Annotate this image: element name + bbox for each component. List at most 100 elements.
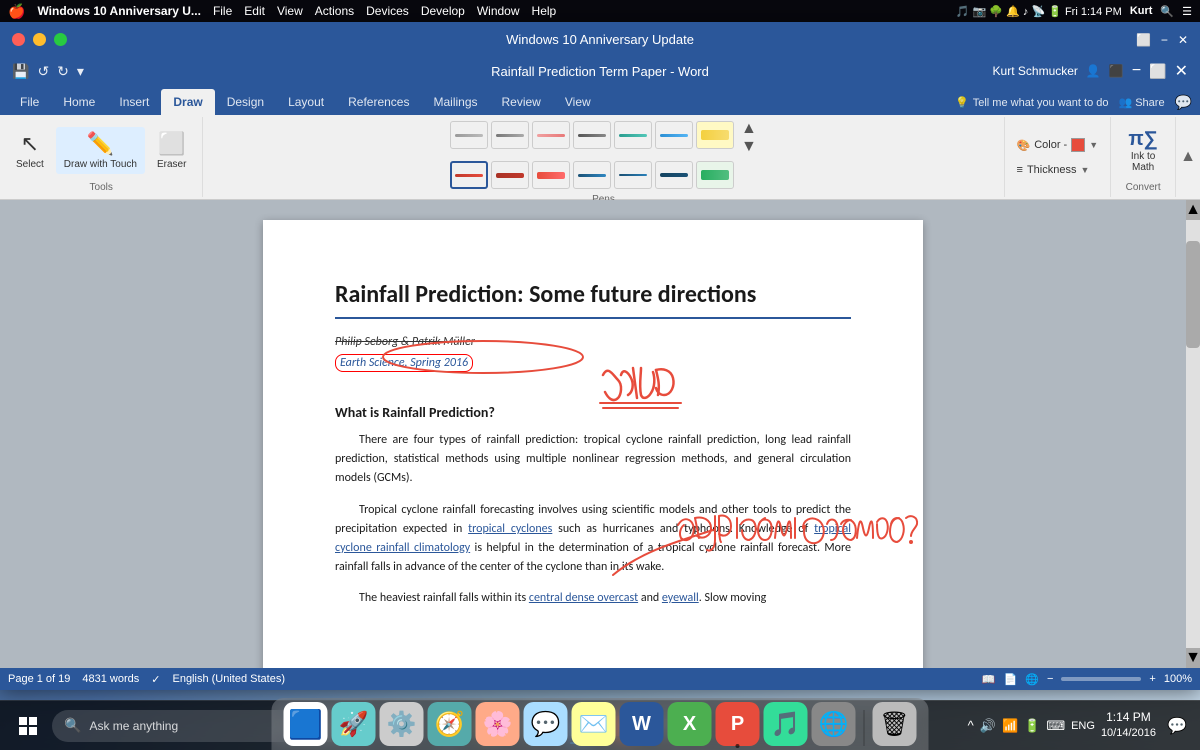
mac-menu-view[interactable]: View (277, 4, 303, 18)
battery-icon[interactable]: 🔋 (1024, 718, 1040, 734)
tab-draw[interactable]: Draw (161, 89, 214, 115)
window-minimize-icon[interactable]: − (1161, 33, 1168, 47)
vertical-scrollbar[interactable]: ▲ ▼ (1186, 200, 1200, 668)
print-layout-icon[interactable]: 📄 (1004, 673, 1018, 686)
link-tropical-cyclone-rainfall[interactable]: tropical cyclone rainfall climatology (335, 522, 851, 555)
pen-darkblue[interactable] (573, 161, 611, 189)
eraser-button[interactable]: ⬜ Eraser (149, 127, 194, 174)
close-button[interactable] (12, 33, 25, 46)
spell-check-icon[interactable]: ✓ (151, 673, 160, 686)
dock-powerpoint[interactable]: P (716, 702, 760, 746)
pen-yellow-highlight[interactable] (696, 121, 734, 149)
thickness-button[interactable]: ≡ Thickness ▼ (1013, 161, 1103, 179)
save-icon[interactable]: 💾 (12, 63, 29, 80)
start-button[interactable] (8, 706, 48, 746)
keyboard-icon[interactable]: ⌨ (1046, 718, 1065, 734)
dock-chrome[interactable]: 🌐 (812, 702, 856, 746)
ink-to-math-button[interactable]: π∑ Ink toMath (1122, 122, 1164, 179)
dock-launchpad[interactable]: 🚀 (332, 702, 376, 746)
tell-me-field[interactable]: 💡 Tell me what you want to do (955, 96, 1108, 109)
chevron-icon[interactable]: ^ (968, 718, 974, 733)
taskbar-clock[interactable]: 1:14 PM 10/14/2016 (1101, 709, 1156, 741)
window-restore-btn[interactable]: ⬜ (1149, 63, 1166, 80)
scroll-down-button[interactable]: ▼ (1186, 648, 1200, 668)
select-tool-button[interactable]: ↖ Select (8, 127, 52, 174)
notification-center-button[interactable]: 💬 (1162, 706, 1192, 746)
mac-menu-help[interactable]: Help (532, 4, 557, 18)
ribbon-display-options[interactable]: ⬛ (1109, 64, 1124, 78)
mac-menu-file[interactable]: File (213, 4, 232, 18)
tab-view[interactable]: View (553, 89, 603, 115)
read-mode-icon[interactable]: 📖 (982, 673, 996, 686)
dock-messages[interactable]: 💬 (524, 702, 568, 746)
scroll-thumb[interactable] (1186, 241, 1200, 348)
maximize-button[interactable] (54, 33, 67, 46)
link-tropical-cyclones[interactable]: tropical cyclones (468, 522, 552, 536)
tab-review[interactable]: Review (490, 89, 553, 115)
link-central-dense-overcast[interactable]: central dense overcast (529, 591, 638, 605)
customize-qat-icon[interactable]: ▾ (77, 63, 84, 80)
document-scroll[interactable]: Rainfall Prediction: Some future directi… (0, 200, 1186, 668)
comments-icon[interactable]: 💬 (1175, 94, 1192, 111)
account-icon[interactable]: 👤 (1086, 64, 1101, 78)
window-close-btn[interactable]: ✕ (1175, 61, 1188, 81)
mac-menu-edit[interactable]: Edit (244, 4, 265, 18)
dock-spotify[interactable]: 🎵 (764, 702, 808, 746)
pen-red2[interactable] (532, 161, 570, 189)
dock-safari[interactable]: 🧭 (428, 702, 472, 746)
tab-references[interactable]: References (336, 89, 421, 115)
tab-file[interactable]: File (8, 89, 51, 115)
tab-design[interactable]: Design (215, 89, 276, 115)
pen-darkgray[interactable] (573, 121, 611, 149)
pens-scroll-up[interactable]: ▲ (741, 121, 757, 137)
apple-icon[interactable]: 🍎 (8, 3, 25, 20)
pens-scroll-down[interactable]: ▼ (741, 139, 757, 155)
pen-green-highlight[interactable] (696, 161, 734, 189)
volume-icon[interactable]: 🔊 (980, 718, 996, 734)
window-close-icon[interactable]: ✕ (1178, 33, 1188, 47)
scroll-up-button[interactable]: ▲ (1186, 200, 1200, 220)
dock-settings[interactable]: ⚙️ (380, 702, 424, 746)
network-icon[interactable]: 📶 (1002, 718, 1018, 734)
dock-photos[interactable]: 🌸 (476, 702, 520, 746)
pen-gray2[interactable] (491, 121, 529, 149)
pen-darkblue2[interactable] (655, 161, 693, 189)
tab-mailings[interactable]: Mailings (421, 89, 489, 115)
pen-blue[interactable] (655, 121, 693, 149)
dock-word[interactable]: W (620, 702, 664, 746)
color-button[interactable]: 🎨 Color - ▼ (1013, 135, 1103, 155)
pen-darkred[interactable] (491, 161, 529, 189)
pen-navyblue[interactable] (614, 161, 652, 189)
tab-layout[interactable]: Layout (276, 89, 336, 115)
zoom-out-icon[interactable]: − (1047, 673, 1053, 685)
pen-pink[interactable] (532, 121, 570, 149)
dock-excel[interactable]: X (668, 702, 712, 746)
pen-red-selected[interactable] (450, 161, 488, 189)
tab-home[interactable]: Home (51, 89, 107, 115)
expand-icon[interactable]: ⬜ (1136, 33, 1151, 47)
draw-with-touch-button[interactable]: ✏️ Draw with Touch (56, 127, 145, 174)
mac-menu-window[interactable]: Window (477, 4, 520, 18)
mac-menu-devices[interactable]: Devices (366, 4, 409, 18)
share-button[interactable]: 👥 Share (1119, 96, 1165, 109)
dock-finder[interactable]: 🟦 (284, 702, 328, 746)
zoom-slider[interactable] (1061, 677, 1141, 681)
mac-search-icon[interactable]: 🔍 (1160, 5, 1174, 18)
link-eyewall[interactable]: eyewall (662, 591, 699, 605)
mac-menu-actions[interactable]: Actions (315, 4, 354, 18)
redo-icon[interactable]: ↻ (57, 63, 69, 80)
dock-trash[interactable]: 🗑 (873, 702, 917, 746)
language-indicator[interactable]: ENG (1071, 720, 1095, 732)
tab-insert[interactable]: Insert (107, 89, 161, 115)
undo-icon[interactable]: ↺ (37, 63, 49, 80)
mac-controls-icon[interactable]: ☰ (1182, 5, 1192, 18)
zoom-in-icon[interactable]: + (1149, 673, 1155, 685)
mac-menu-develop[interactable]: Develop (421, 4, 465, 18)
window-minimize-btn[interactable]: − (1132, 62, 1141, 80)
dock-mail[interactable]: ✉️ (572, 702, 616, 746)
pen-teal[interactable] (614, 121, 652, 149)
web-layout-icon[interactable]: 🌐 (1025, 673, 1039, 686)
ribbon-scroll-up-btn[interactable]: ▲ (1180, 148, 1196, 166)
pen-gray[interactable] (450, 121, 488, 149)
minimize-button[interactable] (33, 33, 46, 46)
